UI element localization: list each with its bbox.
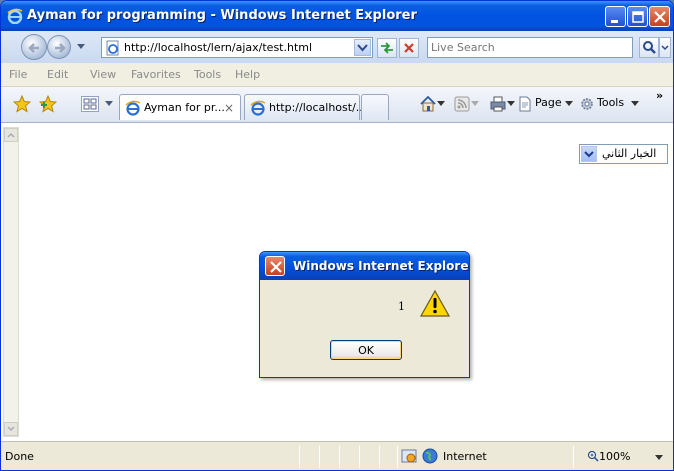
status-divider xyxy=(319,446,320,468)
chevron-up-icon xyxy=(7,132,15,138)
select-value: الخيار الثاني xyxy=(602,147,657,160)
close-icon xyxy=(654,11,666,23)
menu-item-favorites[interactable]: Favorites xyxy=(131,68,181,81)
dialog-title-bar[interactable]: Windows Internet Explorer xyxy=(260,252,469,280)
page-dropdown[interactable] xyxy=(565,101,573,107)
status-text: Done xyxy=(5,450,34,463)
home-icon[interactable] xyxy=(419,95,437,113)
tools-menu[interactable]: Tools xyxy=(597,96,624,109)
feeds-icon[interactable] xyxy=(453,95,471,113)
dialog-close-button[interactable] xyxy=(265,256,285,276)
print-dropdown[interactable] xyxy=(507,101,515,107)
option-select[interactable]: الخيار الثاني xyxy=(579,144,668,164)
status-divider xyxy=(299,446,300,468)
search-box[interactable] xyxy=(427,37,633,58)
chevron-down-icon xyxy=(7,426,15,432)
ie-page-icon xyxy=(106,40,119,56)
address-field[interactable]: http://localhost/lern/ajax/test.html xyxy=(101,37,373,58)
status-bar: Done Internet 100% xyxy=(1,441,673,470)
select-dropdown-button[interactable] xyxy=(581,146,597,162)
ie-logo-icon xyxy=(125,100,141,116)
ok-button[interactable]: OK xyxy=(330,340,402,360)
chevron-down-icon xyxy=(584,151,594,158)
stop-icon xyxy=(404,43,414,53)
recent-pages-dropdown[interactable] xyxy=(77,44,85,50)
stop-button[interactable] xyxy=(399,38,419,58)
search-input[interactable] xyxy=(431,39,631,56)
menu-item-view[interactable]: View xyxy=(90,68,116,81)
tab-localhost[interactable]: http://localhost/... xyxy=(244,94,366,120)
close-tab-icon[interactable]: × xyxy=(224,101,234,115)
favorites-star-icon[interactable] xyxy=(13,95,31,113)
dialog-title: Windows Internet Explorer xyxy=(293,259,470,273)
zoom-level[interactable]: 100% xyxy=(599,450,630,463)
tab-label: Ayman for pr... xyxy=(144,101,225,114)
menu-item-help[interactable]: Help xyxy=(235,68,260,81)
scroll-down-button[interactable] xyxy=(4,422,18,436)
ie-logo-icon xyxy=(250,100,266,116)
zoom-icon[interactable] xyxy=(587,450,599,462)
address-bar: http://localhost/lern/ajax/test.html xyxy=(1,31,673,63)
search-icon xyxy=(643,41,656,54)
status-divider xyxy=(379,446,380,468)
title-bar[interactable]: Ayman for programming - Windows Internet… xyxy=(1,1,673,31)
status-divider xyxy=(573,446,574,468)
window-title: Ayman for programming - Windows Internet… xyxy=(27,8,417,23)
close-window-button[interactable] xyxy=(649,6,670,27)
add-favorites-icon[interactable] xyxy=(39,95,57,113)
address-dropdown-button[interactable] xyxy=(354,39,371,56)
new-tab-button[interactable] xyxy=(361,94,389,120)
tab-label: http://localhost/... xyxy=(269,101,367,114)
menu-item-edit[interactable]: Edit xyxy=(47,68,68,81)
maximize-button[interactable] xyxy=(627,6,648,27)
home-dropdown[interactable] xyxy=(437,101,445,107)
quick-tabs-button[interactable] xyxy=(81,96,99,112)
page-icon[interactable] xyxy=(517,96,533,112)
protected-mode-icon[interactable] xyxy=(401,448,417,464)
page-menu[interactable]: Page xyxy=(535,96,562,109)
chevron-down-icon xyxy=(357,44,368,52)
quick-tabs-icon xyxy=(83,98,97,110)
feeds-dropdown[interactable] xyxy=(471,101,479,107)
search-button[interactable] xyxy=(639,37,659,58)
back-arrow-icon xyxy=(28,43,39,53)
maximize-icon xyxy=(632,11,644,23)
tools-dropdown[interactable] xyxy=(631,101,639,107)
toolbar-overflow-chevron[interactable]: » xyxy=(656,89,663,102)
print-icon[interactable] xyxy=(489,95,507,113)
back-button[interactable] xyxy=(21,34,47,60)
menu-bar: File Edit View Favorites Tools Help xyxy=(1,63,673,87)
globe-icon xyxy=(422,448,438,464)
menu-item-file[interactable]: File xyxy=(9,68,27,81)
warning-icon xyxy=(420,290,450,317)
tab-list-dropdown[interactable] xyxy=(105,101,113,107)
status-divider xyxy=(339,446,340,468)
forward-arrow-icon xyxy=(55,43,66,53)
chevron-down-icon xyxy=(661,45,669,51)
refresh-icon xyxy=(381,42,393,54)
tab-bar: Ayman for pr... × http://localhost/... P… xyxy=(1,87,673,123)
security-zone-label: Internet xyxy=(443,450,487,463)
ie-logo-icon xyxy=(7,8,23,24)
vertical-scrollbar[interactable] xyxy=(3,127,19,437)
forward-button[interactable] xyxy=(47,35,71,59)
close-icon xyxy=(270,261,282,273)
search-options-button[interactable] xyxy=(659,37,671,58)
status-divider xyxy=(359,446,360,468)
zoom-dropdown[interactable] xyxy=(655,455,663,461)
minimize-button[interactable] xyxy=(605,6,626,27)
menu-item-tools[interactable]: Tools xyxy=(194,68,221,81)
tab-ayman[interactable]: Ayman for pr... × xyxy=(119,94,241,120)
dialog-message: 1 xyxy=(398,300,405,313)
gear-icon[interactable] xyxy=(579,96,595,112)
status-divider xyxy=(397,446,398,468)
refresh-button[interactable] xyxy=(377,38,397,58)
minimize-icon xyxy=(611,20,618,23)
scroll-up-button[interactable] xyxy=(4,128,18,142)
url-text: http://localhost/lern/ajax/test.html xyxy=(124,41,313,54)
alert-dialog: Windows Internet Explorer 1 OK xyxy=(259,251,470,378)
browser-window: Ayman for programming - Windows Internet… xyxy=(0,0,674,471)
